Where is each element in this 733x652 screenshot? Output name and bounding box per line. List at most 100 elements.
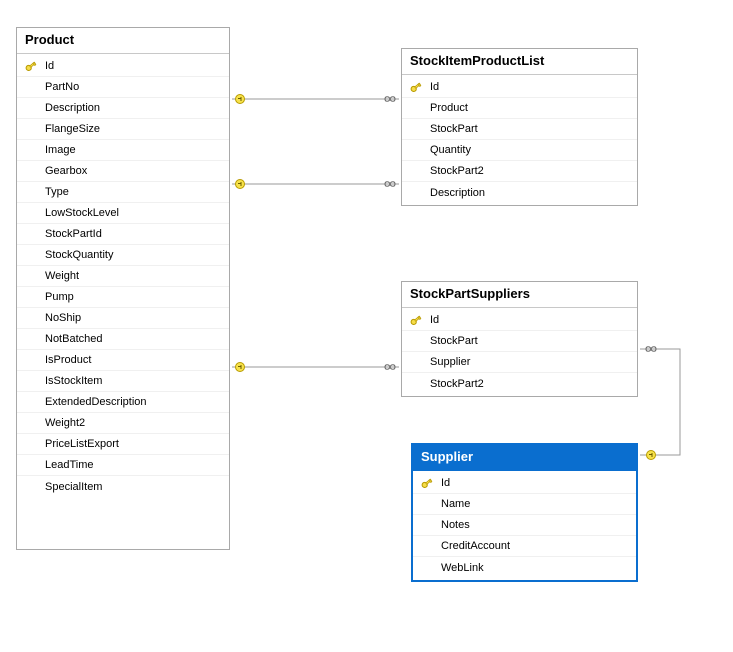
entity-title: Product xyxy=(17,28,229,54)
key-slot-empty xyxy=(408,142,424,158)
primary-key-icon xyxy=(23,58,39,74)
entity-columns: IdProductStockPart Quantity StockPart2Desc… xyxy=(402,75,637,205)
key-slot-empty xyxy=(23,331,39,347)
key-slot-empty xyxy=(408,121,424,137)
column-row[interactable]: FlangeSize xyxy=(17,119,229,140)
column-row[interactable]: NotBatched xyxy=(17,329,229,350)
column-name: Gearbox xyxy=(45,165,87,177)
column-row[interactable]: Description xyxy=(402,182,637,203)
key-slot-empty xyxy=(419,538,435,554)
column-row[interactable]: StockQuantity xyxy=(17,245,229,266)
column-row[interactable]: StockPartId xyxy=(17,224,229,245)
column-row[interactable]: Id xyxy=(413,473,636,494)
key-slot-empty xyxy=(23,163,39,179)
key-slot-empty xyxy=(419,496,435,512)
column-name: StockPart xyxy=(430,335,478,347)
key-slot-empty xyxy=(23,184,39,200)
column-row[interactable]: Id xyxy=(402,77,637,98)
column-row[interactable]: LowStockLevel xyxy=(17,203,229,224)
column-row[interactable]: NoShip xyxy=(17,308,229,329)
column-row[interactable]: Description xyxy=(17,98,229,119)
column-row[interactable]: PartNo xyxy=(17,77,229,98)
column-row[interactable]: Supplier xyxy=(402,352,637,373)
column-name: IsProduct xyxy=(45,354,91,366)
column-name: LowStockLevel xyxy=(45,207,119,219)
column-row[interactable]: Notes xyxy=(413,515,636,536)
key-slot-empty xyxy=(23,457,39,473)
column-name: StockPart2 xyxy=(430,378,484,390)
column-name: Quantity xyxy=(430,144,471,156)
primary-key-icon xyxy=(408,312,424,328)
column-row[interactable]: StockPart xyxy=(402,331,637,352)
key-slot-empty xyxy=(23,100,39,116)
column-name: StockPartId xyxy=(45,228,102,240)
key-slot-empty xyxy=(23,205,39,221)
entity-columns: Id Name Notes CreditAccountWebLink xyxy=(413,471,636,580)
key-slot-empty xyxy=(419,560,435,576)
column-row[interactable]: CreditAccount xyxy=(413,536,636,557)
entity-columns: Id StockPart Supplier StockPart2 xyxy=(402,308,637,396)
key-slot-empty xyxy=(23,79,39,95)
column-row[interactable]: StockPart2 xyxy=(402,373,637,394)
key-slot-empty xyxy=(408,354,424,370)
key-slot-empty xyxy=(408,333,424,349)
column-name: Notes xyxy=(441,519,470,531)
primary-key-icon xyxy=(408,79,424,95)
column-name: PartNo xyxy=(45,81,79,93)
entity-columns: Id PartNo Description FlangeSize Image Gearbo… xyxy=(17,54,229,499)
column-name: ExtendedDescription xyxy=(45,396,147,408)
column-row[interactable]: Id xyxy=(402,310,637,331)
key-slot-empty xyxy=(23,121,39,137)
column-row[interactable]: Name xyxy=(413,494,636,515)
column-name: Weight xyxy=(45,270,79,282)
column-row[interactable]: StockPart2 xyxy=(402,161,637,182)
column-row[interactable]: Weight xyxy=(17,266,229,287)
key-slot-empty xyxy=(23,289,39,305)
column-row[interactable]: StockPart xyxy=(402,119,637,140)
column-name: Id xyxy=(441,477,450,489)
entity-supplier[interactable]: Supplier Id Name Notes CreditAccountWebLink xyxy=(411,443,638,582)
column-row[interactable]: ExtendedDescription xyxy=(17,392,229,413)
column-row[interactable]: IsStockItem xyxy=(17,371,229,392)
key-slot-empty xyxy=(23,436,39,452)
column-name: Id xyxy=(430,314,439,326)
key-slot-empty xyxy=(23,310,39,326)
key-slot-empty xyxy=(23,479,39,495)
entity-title: Supplier xyxy=(413,445,636,471)
key-slot-empty xyxy=(23,142,39,158)
column-name: Id xyxy=(45,60,54,72)
column-name: Image xyxy=(45,144,76,156)
key-slot-empty xyxy=(23,226,39,242)
entity-title: StockPartSuppliers xyxy=(402,282,637,308)
column-row[interactable]: Product xyxy=(402,98,637,119)
column-row[interactable]: Type xyxy=(17,182,229,203)
key-slot-empty xyxy=(23,394,39,410)
key-slot-empty xyxy=(23,352,39,368)
key-slot-empty xyxy=(408,376,424,392)
column-row[interactable]: Id xyxy=(17,56,229,77)
entity-stock-part-suppliers[interactable]: StockPartSuppliers Id StockPart Supplier St… xyxy=(401,281,638,397)
column-row[interactable]: Gearbox xyxy=(17,161,229,182)
column-row[interactable]: LeadTime xyxy=(17,455,229,476)
column-name: NotBatched xyxy=(45,333,102,345)
column-name: Name xyxy=(441,498,470,510)
entity-title: StockItemProductList xyxy=(402,49,637,75)
column-row[interactable]: WebLink xyxy=(413,557,636,578)
key-slot-empty xyxy=(408,185,424,201)
column-name: Pump xyxy=(45,291,74,303)
column-name: FlangeSize xyxy=(45,123,100,135)
entity-product[interactable]: Product Id PartNo Description FlangeSize Ima… xyxy=(16,27,230,550)
column-name: LeadTime xyxy=(45,459,94,471)
column-row[interactable]: Quantity xyxy=(402,140,637,161)
entity-stock-item-product-list[interactable]: StockItemProductList IdProductStockPart Q… xyxy=(401,48,638,206)
column-name: Description xyxy=(45,102,100,114)
column-row[interactable]: IsProduct xyxy=(17,350,229,371)
column-row[interactable]: Pump xyxy=(17,287,229,308)
column-row[interactable]: SpecialItem xyxy=(17,476,229,497)
column-name: Supplier xyxy=(430,356,470,368)
column-name: IsStockItem xyxy=(45,375,102,387)
key-slot-empty xyxy=(408,100,424,116)
column-row[interactable]: Image xyxy=(17,140,229,161)
column-row[interactable]: PriceListExport xyxy=(17,434,229,455)
column-row[interactable]: Weight2 xyxy=(17,413,229,434)
